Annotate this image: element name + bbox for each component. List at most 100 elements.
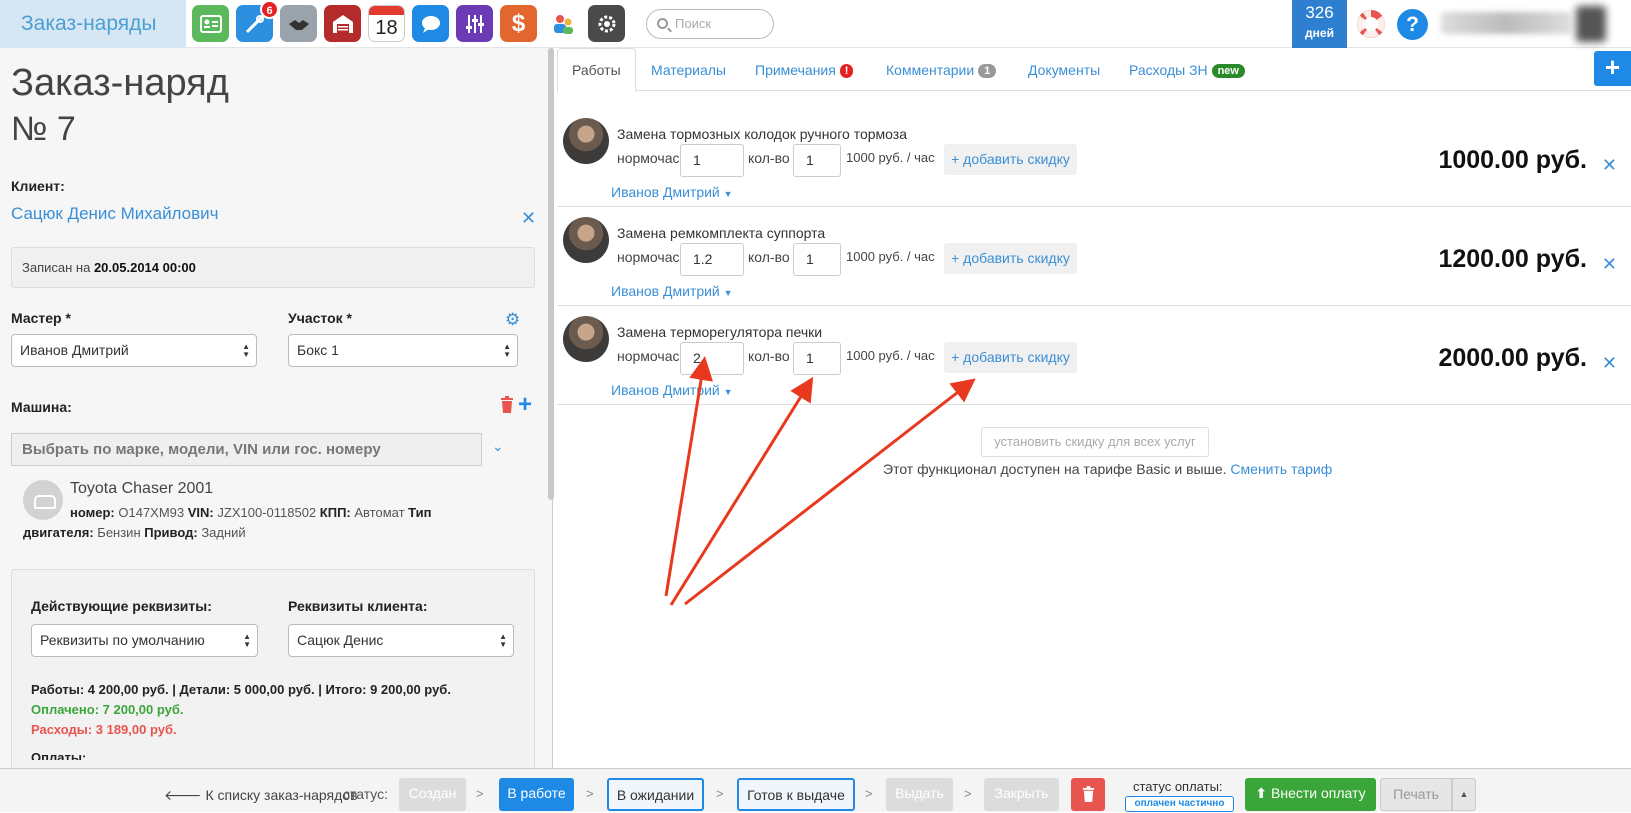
employee-dropdown[interactable]: Иванов Дмитрий ▼ xyxy=(611,184,733,200)
employee-dropdown[interactable]: Иванов Дмитрий ▼ xyxy=(611,382,733,398)
add-payment-button[interactable]: ⬆ Внести оплату xyxy=(1245,778,1376,811)
add-payment-label: Внести оплату xyxy=(1271,785,1366,801)
car-number-label: номер: xyxy=(70,505,115,520)
search-icon xyxy=(657,18,668,29)
annotation-arrow-qty xyxy=(669,376,814,606)
master-select[interactable]: Иванов Дмитрий ▲ ▼ xyxy=(11,334,257,367)
employee-name: Иванов Дмитрий xyxy=(611,382,720,398)
tab-documents[interactable]: Документы xyxy=(1028,62,1100,78)
settings-sliders-app-icon[interactable] xyxy=(456,5,493,42)
left-panel-scrollbar[interactable] xyxy=(548,48,554,500)
qty-input[interactable]: 1 xyxy=(793,243,841,276)
days-number: 326 xyxy=(1305,3,1334,22)
work-title: Замена тормозных колодок ручного тормоза xyxy=(617,126,907,142)
tab-notes[interactable]: Примечания ! xyxy=(755,62,854,78)
recorded-prefix: Записан на xyxy=(22,260,91,275)
arrow-up-icon: ⬆ xyxy=(1255,785,1268,801)
work-title: Замена ремкомплекта суппорта xyxy=(617,225,826,241)
order-totals: Работы: 4 200,00 руб. | Детали: 5 000,00… xyxy=(31,680,451,760)
discount-all-button[interactable]: установить скидку для всех услуг xyxy=(981,427,1209,457)
qty-label: кол-во xyxy=(748,348,790,364)
qty-input[interactable]: 1 xyxy=(793,144,841,177)
users-app-icon[interactable] xyxy=(544,5,581,42)
req-client-select[interactable]: Сацюк Денис ▲ ▼ xyxy=(288,624,514,657)
status-separator: > xyxy=(716,786,724,801)
work-row: Замена ремкомплекта суппорта нормочас 1.… xyxy=(557,207,1631,306)
status-waiting-button[interactable]: В ожидании xyxy=(607,778,704,811)
section-value: Бокс 1 xyxy=(297,342,339,358)
tarif-notice: Этот функционал доступен на тарифе Basic… xyxy=(883,461,1332,477)
totals-line: Работы: 4 200,00 руб. | Детали: 5 000,00… xyxy=(31,682,451,697)
chat-app-icon[interactable] xyxy=(412,5,449,42)
remove-work-icon[interactable]: ✕ xyxy=(1602,353,1617,374)
contacts-app-icon[interactable] xyxy=(192,5,229,42)
status-issue-button[interactable]: Выдать xyxy=(886,778,953,811)
qty-input[interactable]: 1 xyxy=(793,342,841,375)
user-name-blurred[interactable] xyxy=(1441,12,1571,34)
client-name-link[interactable]: Сацюк Денис Михайлович xyxy=(11,204,219,224)
remove-client-icon[interactable]: ✕ xyxy=(521,208,536,229)
change-tarif-link[interactable]: Сменить тариф xyxy=(1230,461,1332,477)
print-options-caret-icon[interactable]: ▲ xyxy=(1452,778,1476,811)
remove-work-icon[interactable]: ✕ xyxy=(1602,254,1617,275)
tab-label: Комментарии xyxy=(886,62,975,78)
status-in-work-button[interactable]: В работе xyxy=(499,778,574,811)
search-input[interactable]: Поиск xyxy=(646,9,774,39)
employee-avatar xyxy=(563,118,609,164)
car-kpp: Автомат xyxy=(354,505,405,520)
hours-input[interactable]: 1.2 xyxy=(680,243,744,276)
tools-app-icon[interactable]: 6 xyxy=(236,0,279,42)
handshake-app-icon[interactable] xyxy=(280,5,317,42)
employee-dropdown[interactable]: Иванов Дмитрий ▼ xyxy=(611,283,733,299)
days-remaining-badge[interactable]: 326 дней xyxy=(1292,0,1347,48)
car-number: O147XM93 xyxy=(118,505,185,520)
tab-order-expenses[interactable]: Расходы ЗН new xyxy=(1129,62,1245,78)
add-discount-button[interactable]: + добавить скидку xyxy=(944,342,1077,373)
status-separator: > xyxy=(586,786,594,801)
car-dropdown-chevron-icon[interactable]: ⌄ xyxy=(492,438,504,455)
caret-down-icon: ▼ xyxy=(723,189,733,199)
finance-app-icon[interactable]: $ xyxy=(500,5,537,42)
car-search-input[interactable]: Выбрать по марке, модели, VIN или гос. н… xyxy=(11,433,482,466)
tab-works[interactable]: Работы xyxy=(557,48,636,92)
car-engine: Бензин xyxy=(97,525,141,540)
help-icon[interactable]: ? xyxy=(1397,9,1428,40)
status-created-button[interactable]: Создан xyxy=(399,778,466,811)
tab-comments[interactable]: Комментарии 1 xyxy=(886,62,997,78)
app-brand[interactable]: Заказ-наряды xyxy=(0,0,186,48)
trash-icon xyxy=(1082,786,1094,802)
garage-app-icon[interactable] xyxy=(324,5,361,42)
hours-input[interactable]: 2 xyxy=(680,342,744,375)
section-select[interactable]: Бокс 1 ▲ ▼ xyxy=(288,334,518,367)
delete-car-trash-icon[interactable] xyxy=(500,396,514,413)
tab-label: Работы xyxy=(572,62,621,78)
add-car-plus-icon[interactable]: + xyxy=(518,393,532,417)
search-placeholder: Поиск xyxy=(675,16,712,31)
select-arrows-icon: ▲ ▼ xyxy=(243,632,251,649)
req-active-select[interactable]: Реквизиты по умолчанию ▲ ▼ xyxy=(31,624,258,657)
calendar-app-icon[interactable]: 18 xyxy=(368,5,405,42)
rate-text: 1000 руб. / час xyxy=(846,348,935,363)
tab-materials[interactable]: Материалы xyxy=(651,62,726,78)
user-avatar-blurred[interactable] xyxy=(1576,6,1606,42)
status-close-button[interactable]: Закрыть xyxy=(984,778,1059,811)
remove-work-icon[interactable]: ✕ xyxy=(1602,155,1617,176)
hours-input[interactable]: 1 xyxy=(680,144,744,177)
add-discount-button[interactable]: + добавить скидку xyxy=(944,243,1077,274)
add-work-button[interactable]: + xyxy=(1594,51,1631,86)
work-title: Замена терморегулятора печки xyxy=(617,324,823,340)
qty-label: кол-во xyxy=(748,249,790,265)
select-arrows-icon: ▲ ▼ xyxy=(499,632,507,649)
print-button[interactable]: Печать xyxy=(1380,778,1452,811)
arrow-left-icon: 🡐 xyxy=(164,787,202,803)
back-to-list-link[interactable]: 🡐 К списку заказ-нарядов xyxy=(164,787,358,804)
status-ready-button[interactable]: Готов к выдаче xyxy=(737,778,855,811)
add-discount-button[interactable]: + добавить скидку xyxy=(944,144,1077,175)
gear-app-icon[interactable] xyxy=(588,5,625,42)
employee-name: Иванов Дмитрий xyxy=(611,283,720,299)
support-lifebuoy-icon[interactable] xyxy=(1357,10,1385,38)
section-settings-gear-icon[interactable]: ⚙ xyxy=(505,310,520,330)
delete-order-button[interactable] xyxy=(1071,778,1105,811)
work-price: 2000.00 руб. xyxy=(1438,344,1587,372)
recorded-date: 20.05.2014 00:00 xyxy=(93,260,196,275)
